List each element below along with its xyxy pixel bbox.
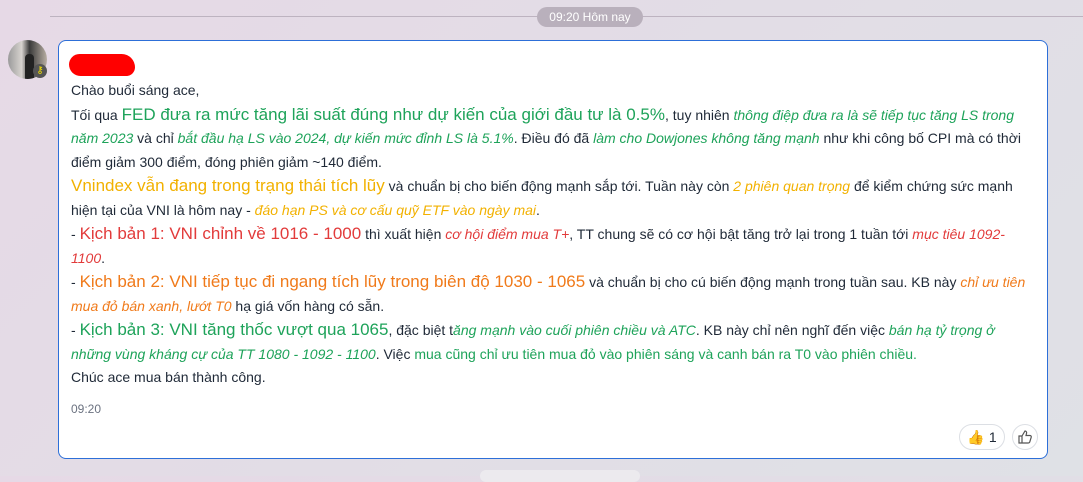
- text-segment: -: [71, 322, 80, 338]
- text-segment: . KB này chỉ nên nghĩ đến việc: [695, 322, 889, 338]
- highlighted-text: Kịch bản 1: VNI chỉnh về 1016 - 1000: [79, 224, 362, 243]
- text-segment: thì xuất hiện: [361, 226, 446, 242]
- message-paragraph: Tối qua FED đưa ra mức tăng lãi suất đún…: [71, 103, 1033, 175]
- avatar-figure: [25, 54, 34, 79]
- message-time: 09:20: [71, 402, 102, 416]
- text-segment: và chuẩn bị cho cú biến động mạnh trong …: [585, 274, 961, 290]
- highlighted-text: ăng mạnh vào cuối phiên chiều và ATC: [453, 322, 696, 338]
- highlighted-text: đáo hạn PS và cơ cấu quỹ ETF vào ngày ma…: [254, 201, 537, 218]
- message-paragraph: Chúc ace mua bán thành công.: [71, 366, 1033, 390]
- highlighted-text: bắt đầu hạ LS vào 2024, dự kiến mức đỉnh…: [177, 130, 514, 146]
- message-paragraph: Chào buổi sáng ace,: [71, 79, 1033, 103]
- message-bubble: Chào buổi sáng ace, Tối qua FED đưa ra mứ…: [58, 40, 1048, 459]
- highlighted-text: mua cũng chỉ ưu tiên mua đỏ vào phiên sá…: [414, 345, 917, 362]
- highlighted-text: Vnindex vẫn đang trong trạng thái tích l…: [71, 176, 385, 195]
- text-segment: -: [71, 274, 80, 290]
- message-paragraph: - Kịch bản 1: VNI chỉnh về 1016 - 1000 t…: [71, 222, 1033, 270]
- highlighted-text: Kịch bản 3: VNI tăng thốc vượt qua 1065: [79, 320, 389, 339]
- thumbs-up-outline-icon: [1018, 430, 1032, 444]
- text-segment: hạ giá vốn hàng có sẵn.: [231, 297, 385, 314]
- text-segment: và chỉ: [133, 130, 178, 146]
- text-segment: Tối qua: [71, 106, 122, 123]
- like-button[interactable]: [1012, 424, 1038, 450]
- text-segment: -: [71, 226, 80, 242]
- highlighted-text: làm cho Dowjones không tăng mạnh: [593, 130, 820, 146]
- highlighted-text: Kịch bản 2: VNI tiếp tục đi ngang tích l…: [79, 272, 586, 291]
- highlighted-text: cơ hội điểm mua T+: [445, 226, 570, 242]
- date-separator: 09:20 Hôm nay: [537, 7, 643, 27]
- thumbs-up-emoji-icon: 👍: [967, 428, 985, 445]
- text-segment: , tuy nhiên: [664, 106, 734, 123]
- message-paragraph: Vnindex vẫn đang trong trạng thái tích l…: [71, 174, 1033, 222]
- text-segment: .: [536, 201, 540, 218]
- message-text: Chào buổi sáng ace, Tối qua FED đưa ra mứ…: [71, 79, 1033, 390]
- text-segment: , đặc biệt t: [388, 322, 454, 338]
- text-segment: .: [101, 249, 105, 266]
- reaction-badge[interactable]: 👍 1: [959, 424, 1005, 450]
- message-paragraph: - Kịch bản 3: VNI tăng thốc vượt qua 106…: [71, 318, 1033, 366]
- reaction-count: 1: [988, 429, 997, 445]
- text-segment: và chuẩn bị cho biến động mạnh sắp tới. …: [384, 178, 734, 194]
- text-segment: , TT chung sẽ có cơ hội bật tăng trở lại…: [569, 226, 913, 242]
- redacted-sender-name: [69, 54, 135, 76]
- key-icon: ⚷: [33, 64, 47, 78]
- bottom-input-hint: [480, 470, 640, 482]
- text-segment: . Điều đó đã: [513, 130, 594, 146]
- text-segment: Chúc ace mua bán thành công.: [71, 369, 266, 385]
- highlighted-text: 2 phiên quan trọng: [733, 178, 851, 194]
- highlighted-text: FED đưa ra mức tăng lãi suất đúng như dự…: [121, 104, 665, 124]
- text-segment: . Việc: [375, 345, 415, 362]
- message-paragraph: - Kịch bản 2: VNI tiếp tục đi ngang tích…: [71, 270, 1033, 318]
- text-segment: Chào buổi sáng ace,: [71, 82, 200, 98]
